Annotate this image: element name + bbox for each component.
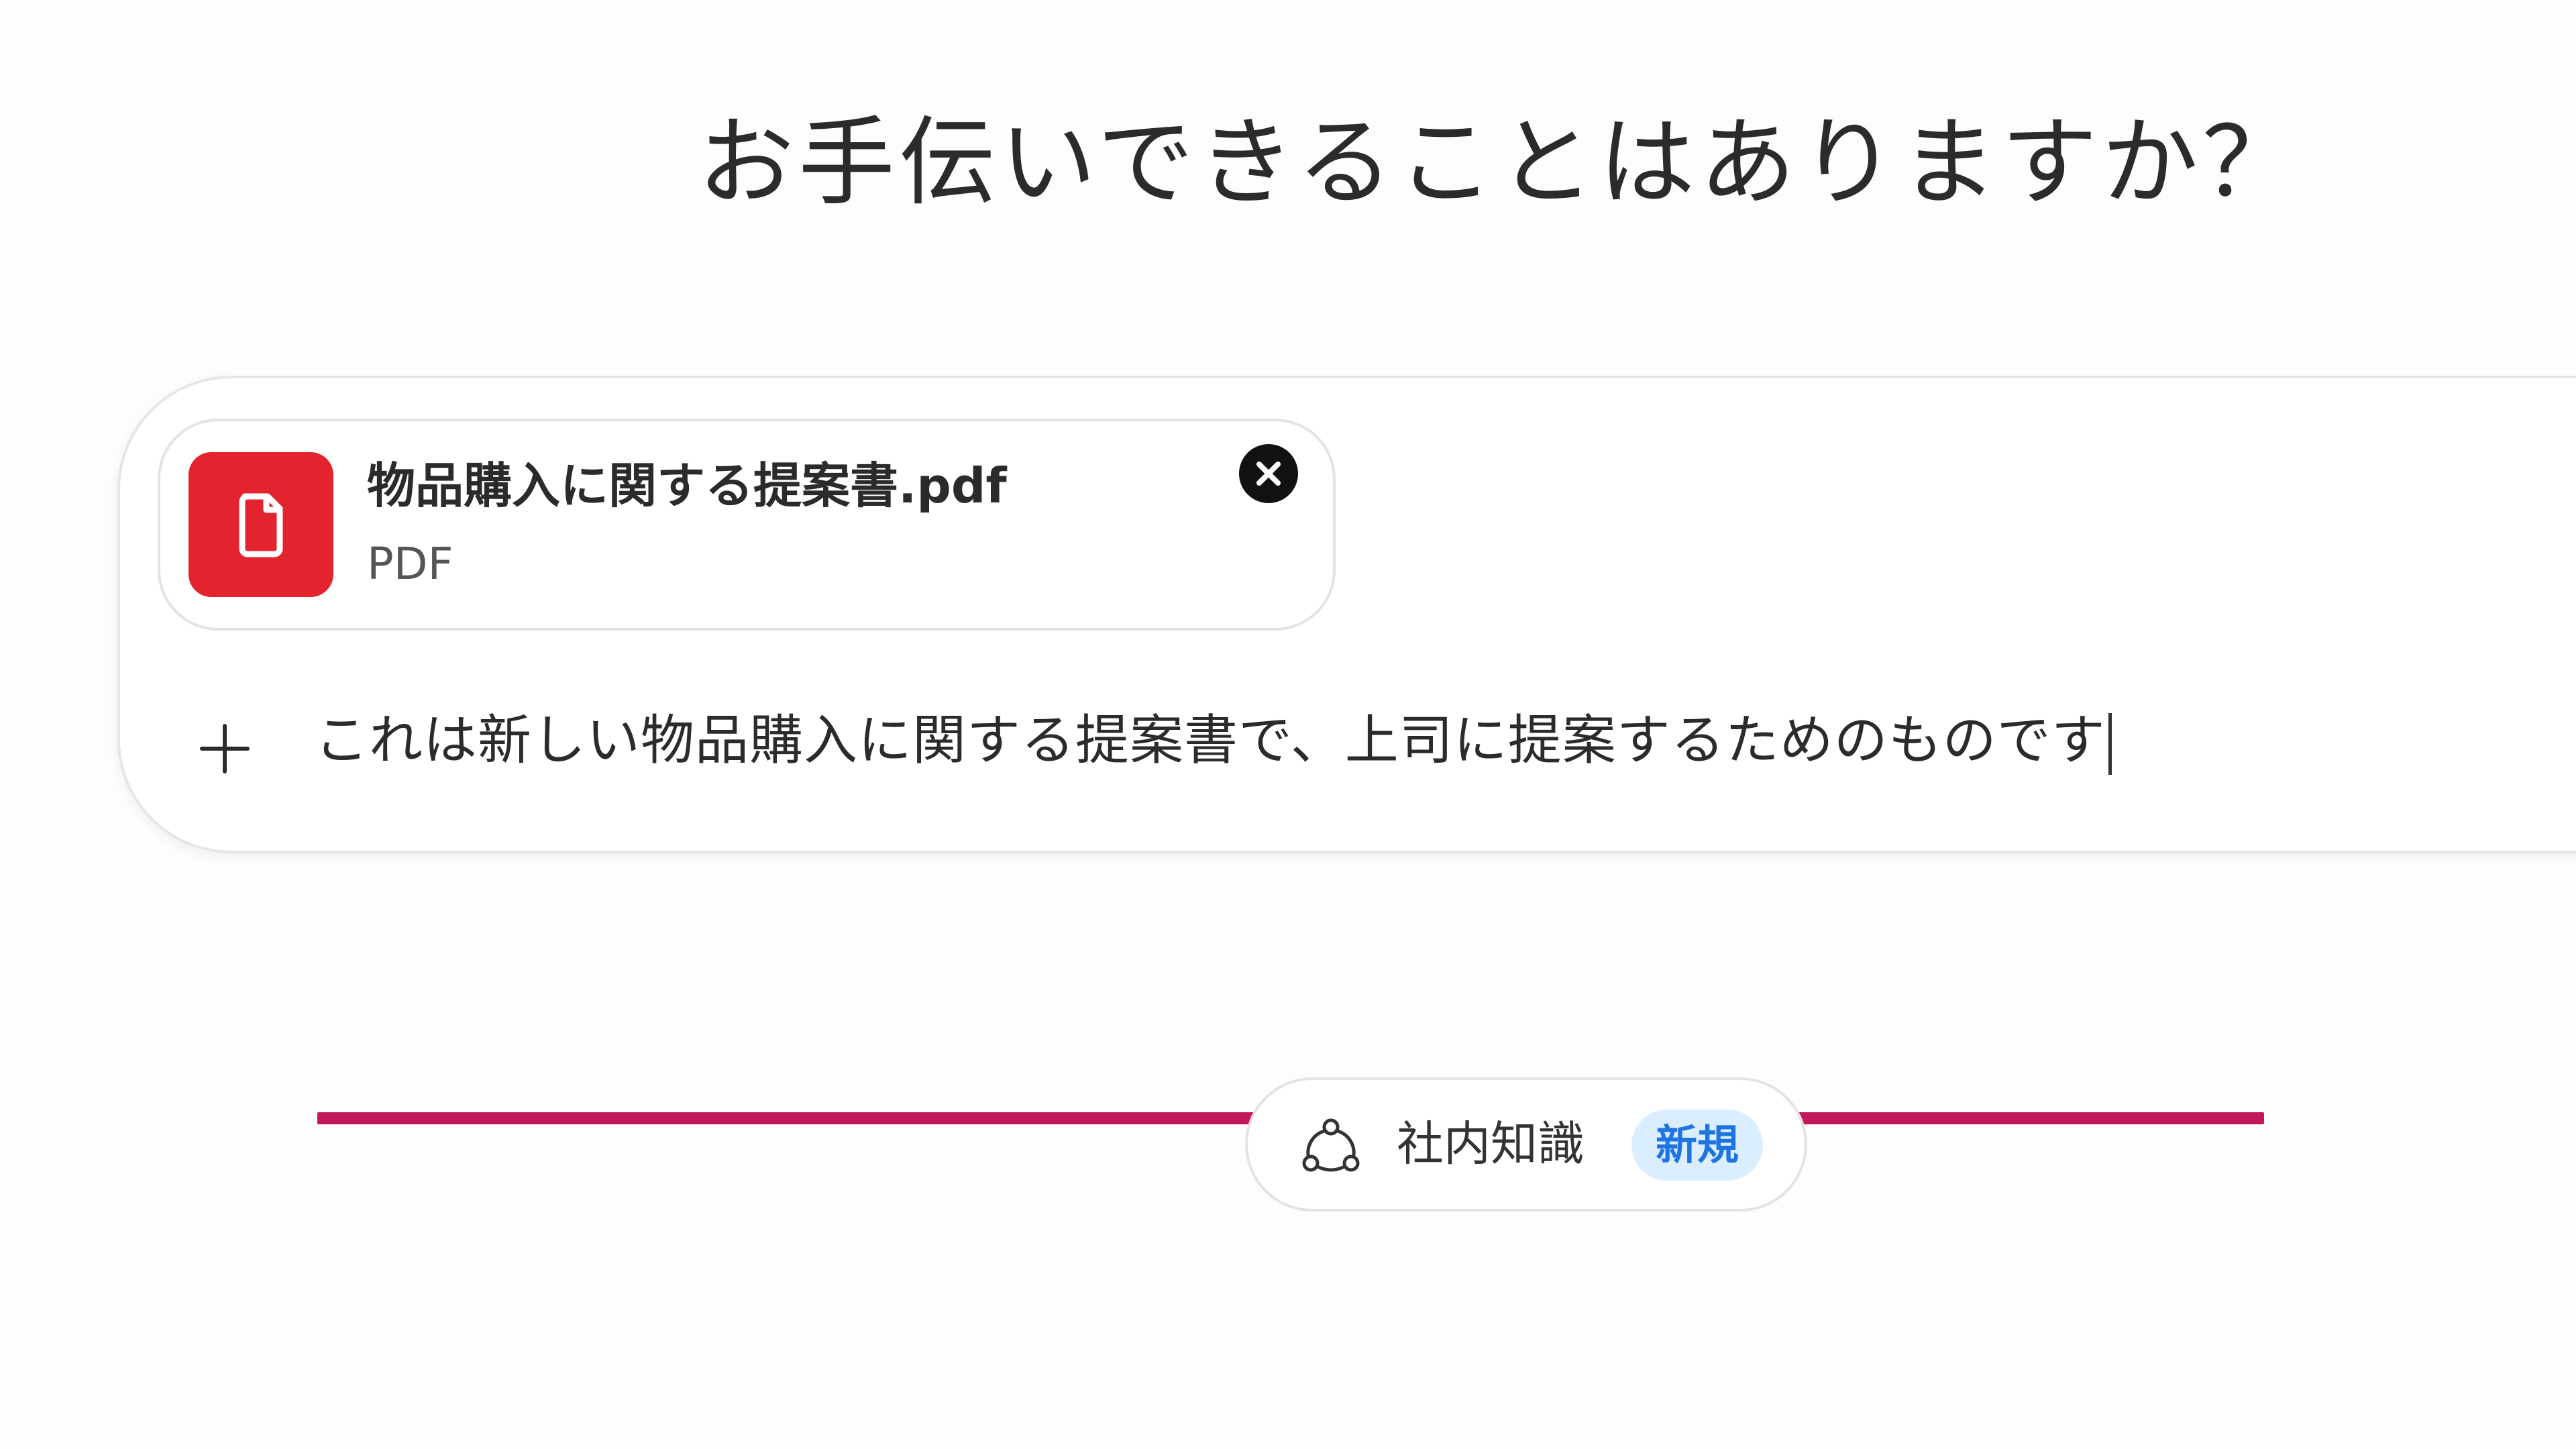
attachment-file-type: PDF: [367, 538, 453, 590]
text-caret: [2108, 713, 2112, 775]
message-input-row: これは新しい物品購入に関する提案書で、上司に提案するためのものです: [120, 700, 2535, 1124]
new-badge: 新規: [1631, 1110, 1763, 1181]
message-text: これは新しい物品購入に関する提案書で、上司に提案するためのものです: [315, 709, 2106, 771]
internal-knowledge-button[interactable]: 社内知識 新規: [1245, 1077, 1807, 1212]
page-title: お手伝いできることはありますか？: [698, 106, 2303, 219]
knowledge-network-icon: [1302, 1118, 1360, 1172]
document-icon: [239, 493, 283, 557]
page: お手伝いできることはありますか？ 物品購入に関する提案書.pdf PDF これは…: [0, 0, 2576, 1449]
file-type-tile: [189, 452, 333, 597]
attachment-card[interactable]: 物品購入に関する提案書.pdf PDF: [158, 419, 1336, 631]
message-input[interactable]: これは新しい物品購入に関する提案書で、上司に提案するためのものです: [315, 700, 2394, 781]
plus-icon: [200, 724, 250, 773]
attachment-file-name: 物品購入に関する提案書.pdf: [367, 458, 1007, 514]
close-icon: [1256, 462, 1281, 486]
remove-attachment-button[interactable]: [1239, 444, 1298, 503]
internal-knowledge-label: 社内知識: [1397, 1116, 1585, 1171]
add-button[interactable]: [193, 716, 257, 781]
chat-composer: 物品購入に関する提案書.pdf PDF これは新しい物品購入に関する提案書で、上…: [117, 376, 2576, 1124]
